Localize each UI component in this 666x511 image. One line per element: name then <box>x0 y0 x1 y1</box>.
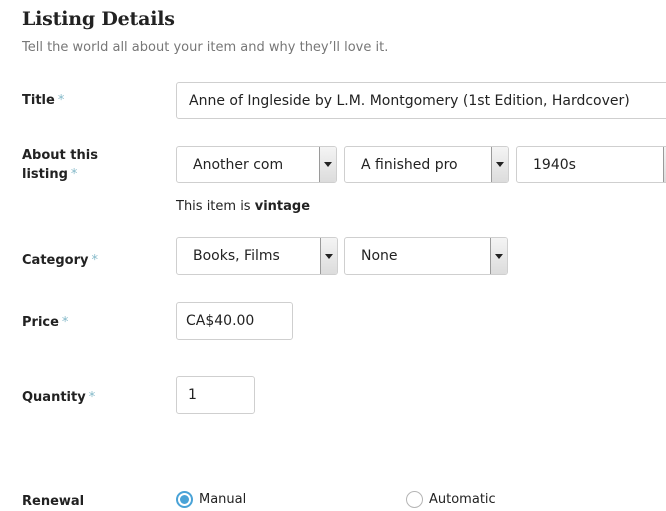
category-select[interactable]: Books, Films <box>176 237 338 275</box>
quantity-label: Quantity * <box>22 388 95 407</box>
vintage-note-prefix: This item is <box>176 199 251 214</box>
price-label-text: Price <box>22 315 59 330</box>
renewal-label-text: Renewal <box>22 494 85 509</box>
price-label: Price * <box>22 313 68 332</box>
quantity-label-text: Quantity <box>22 390 86 405</box>
listing-details-subheading: Tell the world all about your item and w… <box>22 40 389 55</box>
title-label: Title * <box>22 91 64 110</box>
required-asterisk: * <box>57 93 65 108</box>
chevron-down-icon <box>490 238 507 274</box>
chevron-down-icon <box>320 238 337 274</box>
listing-details-heading: Listing Details <box>22 8 175 30</box>
about-listing-label-line2: listing <box>22 167 68 182</box>
price-input[interactable]: CA$40.00 <box>176 302 293 340</box>
who-made-select-value: Another com <box>193 156 284 173</box>
title-input-value: Anne of Ingleside by L.M. Montgomery (1s… <box>189 92 630 109</box>
title-label-text: Title <box>22 93 55 108</box>
required-asterisk: * <box>88 390 96 405</box>
renewal-automatic-radio[interactable]: Automatic <box>406 491 496 508</box>
about-listing-label: About this listing * <box>22 146 98 184</box>
quantity-input-value: 1 <box>188 387 197 403</box>
required-asterisk: * <box>61 315 69 330</box>
renewal-automatic-label: Automatic <box>429 492 496 507</box>
who-made-select[interactable]: Another com <box>176 146 337 183</box>
price-input-value: CA$40.00 <box>186 313 255 329</box>
what-is-it-select[interactable]: A finished pro <box>344 146 509 183</box>
subcategory-select-value: None <box>361 248 398 264</box>
chevron-down-icon <box>491 147 508 182</box>
required-asterisk: * <box>91 253 98 268</box>
about-listing-label-line1: About this <box>22 148 98 163</box>
what-is-it-select-value: A finished pro <box>361 156 458 173</box>
renewal-manual-radio[interactable]: Manual <box>176 491 246 508</box>
category-label: Category * <box>22 251 98 270</box>
vintage-note: This item is vintage <box>176 199 310 214</box>
required-asterisk: * <box>70 167 78 182</box>
category-label-text: Category <box>22 253 89 268</box>
quantity-input[interactable]: 1 <box>176 376 255 414</box>
renewal-manual-label: Manual <box>199 492 247 507</box>
radio-selected-icon <box>176 491 193 508</box>
when-made-select[interactable]: 1940s <box>516 146 666 183</box>
renewal-label: Renewal <box>22 492 84 511</box>
title-input[interactable]: Anne of Ingleside by L.M. Montgomery (1s… <box>176 82 666 119</box>
category-select-value: Books, Films <box>193 248 280 264</box>
radio-unselected-icon <box>406 491 423 508</box>
subcategory-select[interactable]: None <box>344 237 508 275</box>
chevron-down-icon <box>319 147 336 182</box>
vintage-note-word: vintage <box>254 199 311 214</box>
when-made-select-value: 1940s <box>533 156 576 173</box>
